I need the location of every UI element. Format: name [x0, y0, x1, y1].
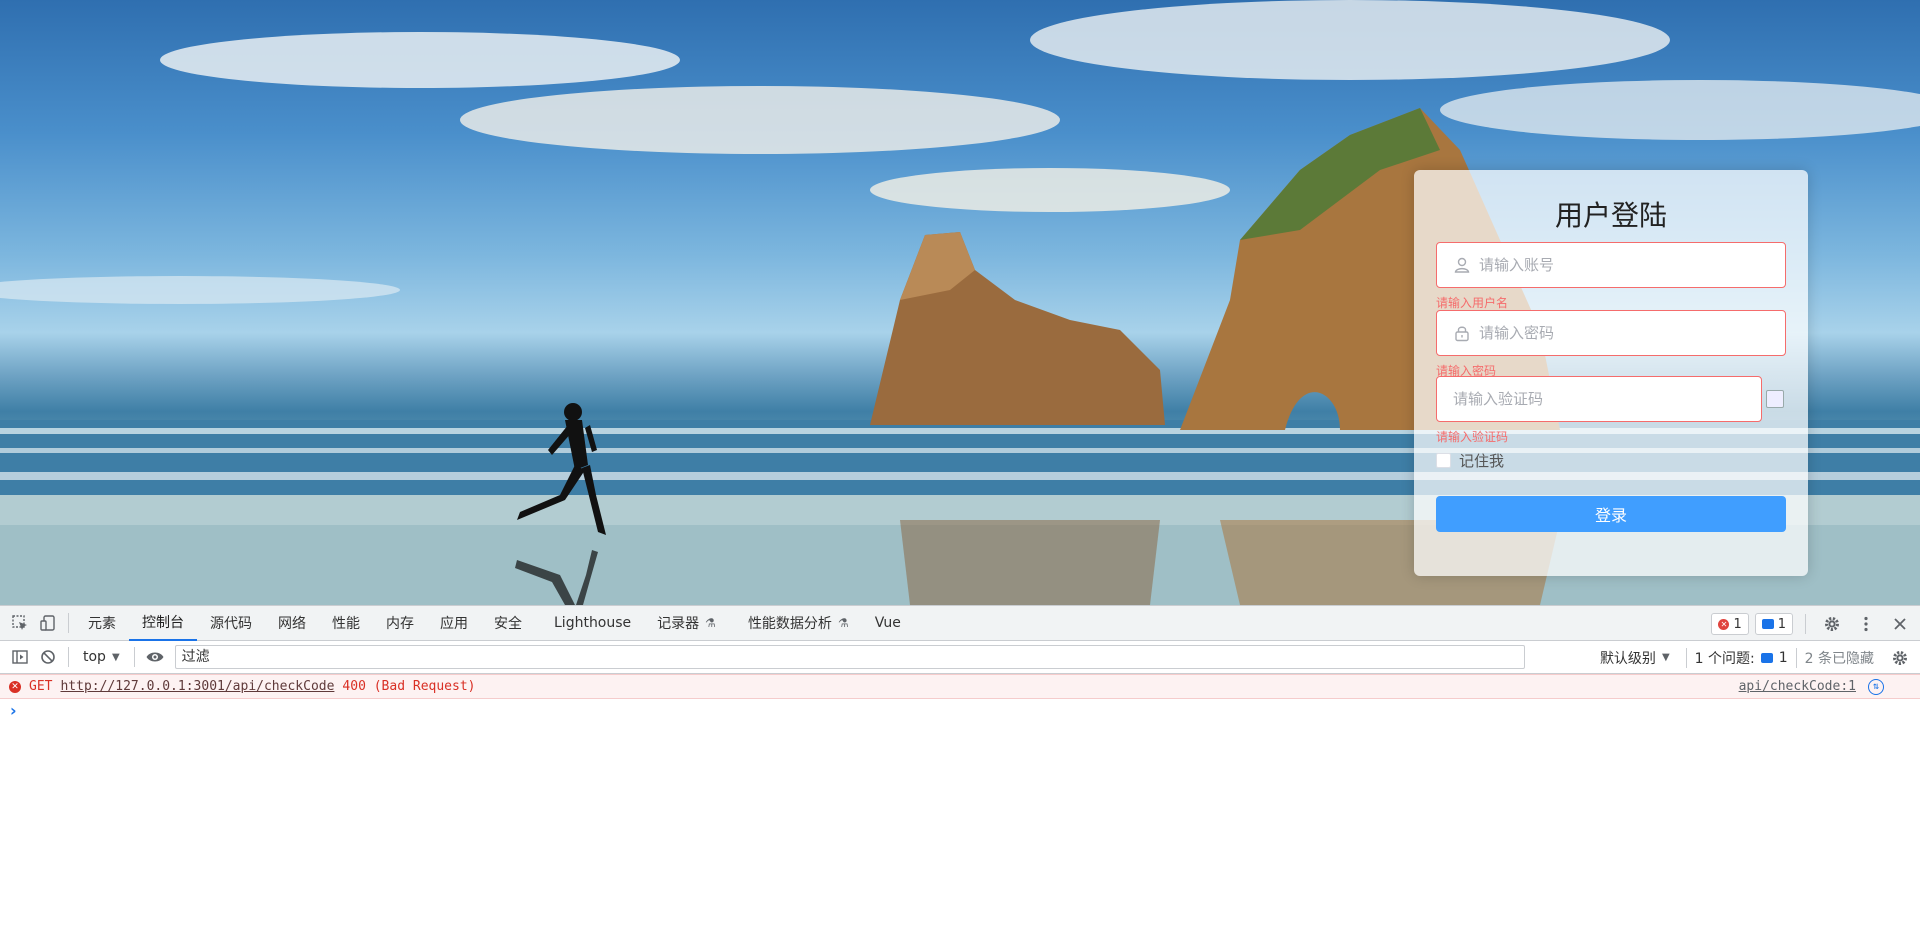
- error-count-badge[interactable]: ✕ 1: [1711, 613, 1749, 635]
- tab-memory[interactable]: 内存: [373, 605, 427, 641]
- settings-gear-icon[interactable]: [1818, 610, 1846, 638]
- filterbar-right: 默认级别 ▼ 1 个问题: 1 2 条已隐藏: [1592, 641, 1914, 674]
- message-icon: [1761, 619, 1774, 629]
- source-location-link[interactable]: api/checkCode:1: [1739, 679, 1856, 694]
- console-prompt[interactable]: ›: [0, 699, 1920, 721]
- experiment-flask-icon: ⚗: [837, 616, 849, 630]
- issue-message-icon: [1760, 652, 1773, 663]
- tab-network[interactable]: 网络: [265, 605, 319, 641]
- tab-performance-insights[interactable]: 性能数据分析 ⚗: [735, 605, 862, 641]
- captcha-field[interactable]: [1436, 376, 1762, 422]
- request-url-link[interactable]: http://127.0.0.1:3001/api/checkCode: [60, 679, 334, 694]
- username-field[interactable]: [1436, 242, 1786, 288]
- login-title: 用户登陆: [1554, 199, 1667, 232]
- tab-sources[interactable]: 源代码: [197, 605, 265, 641]
- toolbar-divider: [1805, 614, 1806, 634]
- devtools-tabbar-right: ✕ 1 1: [1711, 606, 1914, 642]
- captcha-input[interactable]: [1437, 377, 1761, 421]
- message-count-badge[interactable]: 1: [1754, 613, 1793, 635]
- username-input[interactable]: [1479, 243, 1785, 287]
- network-request-icon[interactable]: ⇅: [1868, 678, 1884, 695]
- issues-button[interactable]: 1 个问题: 1: [1685, 647, 1797, 668]
- prompt-chevron-icon: ›: [10, 700, 17, 720]
- login-button[interactable]: 登录: [1436, 496, 1786, 532]
- devtools-tabbar: 元素 控制台 源代码 网络 性能 内存 应用 安全 Lighthouse 记录器…: [0, 605, 1920, 641]
- lock-icon: [1455, 326, 1469, 342]
- inspect-element-icon[interactable]: [6, 609, 34, 637]
- chevron-down-icon: ▼: [111, 651, 120, 663]
- tab-performance[interactable]: 性能: [319, 605, 373, 641]
- toolbar-divider: [133, 647, 135, 667]
- context-selector[interactable]: top ▼: [75, 649, 128, 665]
- tab-lighthouse[interactable]: Lighthouse: [541, 605, 644, 641]
- console-filterbar: top ▼ 默认级别 ▼ 1 个问题: 1 2 条已隐藏: [0, 641, 1920, 674]
- tab-performance-insights-label: 性能数据分析: [747, 616, 832, 632]
- tab-elements[interactable]: 元素: [75, 605, 129, 641]
- context-label: top: [83, 649, 106, 665]
- remember-checkbox[interactable]: [1436, 453, 1451, 468]
- error-icon: ✕: [1718, 618, 1730, 630]
- log-level-label: 默认级别: [1599, 650, 1656, 667]
- tab-recorder-label: 记录器: [657, 616, 700, 632]
- error-icon: ✕: [9, 680, 21, 693]
- issues-label: 1 个问题:: [1694, 650, 1755, 667]
- error-count: 1: [1733, 616, 1742, 632]
- user-icon: [1454, 257, 1470, 273]
- console-filter-input[interactable]: [174, 645, 1525, 669]
- devtools-panel: 元素 控制台 源代码 网络 性能 内存 应用 安全 Lighthouse 记录器…: [0, 605, 1920, 942]
- tab-vue[interactable]: Vue: [862, 605, 914, 641]
- device-toggle-icon[interactable]: [34, 609, 62, 637]
- captcha-image[interactable]: [1766, 390, 1784, 408]
- log-level-selector[interactable]: 默认级别 ▼: [1592, 648, 1678, 668]
- sidebar-toggle-icon[interactable]: [6, 643, 34, 671]
- captcha-error: 请输入验证码: [1436, 430, 1509, 444]
- tab-security[interactable]: 安全: [481, 605, 535, 641]
- message-count: 1: [1777, 616, 1786, 632]
- remember-label: 记住我: [1459, 452, 1505, 470]
- live-expression-eye-icon[interactable]: [141, 643, 169, 671]
- tab-console[interactable]: 控制台: [129, 605, 197, 641]
- tab-recorder[interactable]: 记录器 ⚗: [644, 605, 729, 641]
- experiment-flask-icon: ⚗: [705, 616, 716, 630]
- password-field[interactable]: [1436, 310, 1786, 356]
- issues-count: 1: [1778, 649, 1788, 666]
- chevron-down-icon: ▼: [1661, 652, 1670, 663]
- response-status: 400 (Bad Request): [342, 679, 476, 694]
- toolbar-divider: [68, 647, 69, 667]
- toolbar-divider: [68, 613, 69, 633]
- request-method: GET: [29, 679, 53, 694]
- clear-console-icon[interactable]: [34, 643, 62, 671]
- password-input[interactable]: [1479, 311, 1785, 355]
- more-options-icon[interactable]: [1852, 610, 1880, 638]
- tab-application[interactable]: 应用: [427, 605, 481, 641]
- console-settings-gear-icon[interactable]: [1886, 644, 1914, 672]
- page-viewport: 用户登陆 请输入用户名 请输入密码 请输入验证码 记住我: [0, 0, 1920, 605]
- hidden-messages-count: 2 条已隐藏: [1804, 650, 1874, 667]
- close-devtools-icon[interactable]: [1886, 610, 1914, 638]
- login-card: 用户登陆 请输入用户名 请输入密码 请输入验证码 记住我: [1414, 170, 1808, 576]
- console-error-message: ✕ GET http://127.0.0.1:3001/api/checkCod…: [0, 674, 1920, 699]
- username-error: 请输入用户名: [1436, 296, 1509, 310]
- remember-me[interactable]: 记住我: [1436, 450, 1504, 471]
